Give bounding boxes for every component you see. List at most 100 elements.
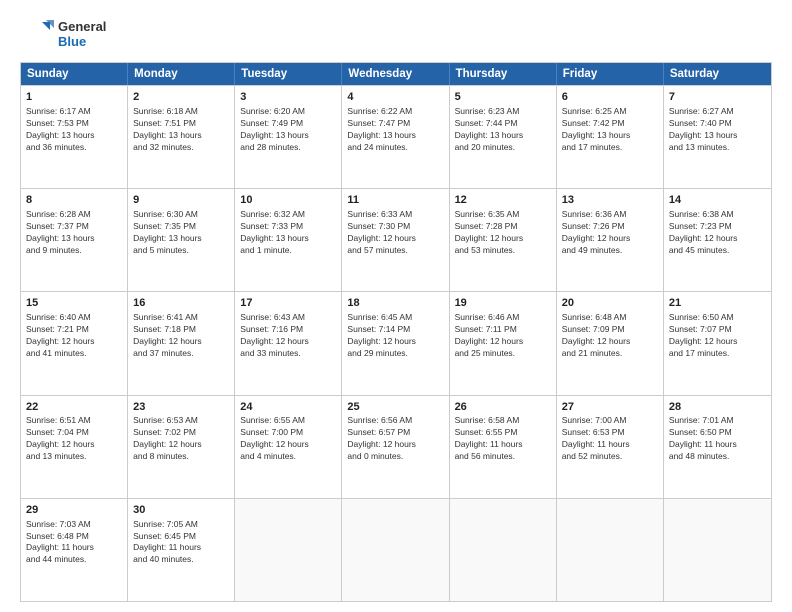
empty-cell — [664, 499, 771, 601]
day-info-15: Sunrise: 6:40 AMSunset: 7:21 PMDaylight:… — [26, 312, 122, 360]
day-number-2: 2 — [133, 90, 229, 105]
day-info-13: Sunrise: 6:36 AMSunset: 7:26 PMDaylight:… — [562, 209, 658, 257]
day-number-16: 16 — [133, 296, 229, 311]
day-info-20: Sunrise: 6:48 AMSunset: 7:09 PMDaylight:… — [562, 312, 658, 360]
day-info-18: Sunrise: 6:45 AMSunset: 7:14 PMDaylight:… — [347, 312, 443, 360]
day-14: 14Sunrise: 6:38 AMSunset: 7:23 PMDayligh… — [664, 189, 771, 291]
day-28: 28Sunrise: 7:01 AMSunset: 6:50 PMDayligh… — [664, 396, 771, 498]
day-info-26: Sunrise: 6:58 AMSunset: 6:55 PMDaylight:… — [455, 415, 551, 463]
day-info-29: Sunrise: 7:03 AMSunset: 6:48 PMDaylight:… — [26, 519, 122, 567]
day-number-7: 7 — [669, 90, 766, 105]
calendar-body: 1Sunrise: 6:17 AMSunset: 7:53 PMDaylight… — [21, 85, 771, 601]
day-info-9: Sunrise: 6:30 AMSunset: 7:35 PMDaylight:… — [133, 209, 229, 257]
day-13: 13Sunrise: 6:36 AMSunset: 7:26 PMDayligh… — [557, 189, 664, 291]
header-day-friday: Friday — [557, 63, 664, 85]
day-number-9: 9 — [133, 193, 229, 208]
day-25: 25Sunrise: 6:56 AMSunset: 6:57 PMDayligh… — [342, 396, 449, 498]
day-info-12: Sunrise: 6:35 AMSunset: 7:28 PMDaylight:… — [455, 209, 551, 257]
header-day-saturday: Saturday — [664, 63, 771, 85]
day-number-29: 29 — [26, 503, 122, 518]
day-5: 5Sunrise: 6:23 AMSunset: 7:44 PMDaylight… — [450, 86, 557, 188]
day-number-15: 15 — [26, 296, 122, 311]
day-info-5: Sunrise: 6:23 AMSunset: 7:44 PMDaylight:… — [455, 106, 551, 154]
day-number-22: 22 — [26, 400, 122, 415]
day-info-6: Sunrise: 6:25 AMSunset: 7:42 PMDaylight:… — [562, 106, 658, 154]
day-number-4: 4 — [347, 90, 443, 105]
day-8: 8Sunrise: 6:28 AMSunset: 7:37 PMDaylight… — [21, 189, 128, 291]
empty-cell — [450, 499, 557, 601]
day-info-4: Sunrise: 6:22 AMSunset: 7:47 PMDaylight:… — [347, 106, 443, 154]
day-number-1: 1 — [26, 90, 122, 105]
day-info-14: Sunrise: 6:38 AMSunset: 7:23 PMDaylight:… — [669, 209, 766, 257]
day-30: 30Sunrise: 7:05 AMSunset: 6:45 PMDayligh… — [128, 499, 235, 601]
day-number-24: 24 — [240, 400, 336, 415]
day-number-8: 8 — [26, 193, 122, 208]
day-number-26: 26 — [455, 400, 551, 415]
header-day-wednesday: Wednesday — [342, 63, 449, 85]
day-info-19: Sunrise: 6:46 AMSunset: 7:11 PMDaylight:… — [455, 312, 551, 360]
day-17: 17Sunrise: 6:43 AMSunset: 7:16 PMDayligh… — [235, 292, 342, 394]
empty-cell — [342, 499, 449, 601]
day-27: 27Sunrise: 7:00 AMSunset: 6:53 PMDayligh… — [557, 396, 664, 498]
day-23: 23Sunrise: 6:53 AMSunset: 7:02 PMDayligh… — [128, 396, 235, 498]
day-number-27: 27 — [562, 400, 658, 415]
day-9: 9Sunrise: 6:30 AMSunset: 7:35 PMDaylight… — [128, 189, 235, 291]
day-info-7: Sunrise: 6:27 AMSunset: 7:40 PMDaylight:… — [669, 106, 766, 154]
day-4: 4Sunrise: 6:22 AMSunset: 7:47 PMDaylight… — [342, 86, 449, 188]
empty-cell — [557, 499, 664, 601]
day-info-3: Sunrise: 6:20 AMSunset: 7:49 PMDaylight:… — [240, 106, 336, 154]
day-18: 18Sunrise: 6:45 AMSunset: 7:14 PMDayligh… — [342, 292, 449, 394]
day-number-19: 19 — [455, 296, 551, 311]
day-3: 3Sunrise: 6:20 AMSunset: 7:49 PMDaylight… — [235, 86, 342, 188]
day-info-16: Sunrise: 6:41 AMSunset: 7:18 PMDaylight:… — [133, 312, 229, 360]
logo-icon — [20, 18, 54, 52]
day-16: 16Sunrise: 6:41 AMSunset: 7:18 PMDayligh… — [128, 292, 235, 394]
calendar-header: SundayMondayTuesdayWednesdayThursdayFrid… — [21, 63, 771, 85]
day-info-21: Sunrise: 6:50 AMSunset: 7:07 PMDaylight:… — [669, 312, 766, 360]
day-2: 2Sunrise: 6:18 AMSunset: 7:51 PMDaylight… — [128, 86, 235, 188]
logo-general: General — [58, 20, 106, 35]
day-number-6: 6 — [562, 90, 658, 105]
day-number-10: 10 — [240, 193, 336, 208]
day-15: 15Sunrise: 6:40 AMSunset: 7:21 PMDayligh… — [21, 292, 128, 394]
header-day-tuesday: Tuesday — [235, 63, 342, 85]
day-number-23: 23 — [133, 400, 229, 415]
day-number-17: 17 — [240, 296, 336, 311]
day-number-14: 14 — [669, 193, 766, 208]
day-19: 19Sunrise: 6:46 AMSunset: 7:11 PMDayligh… — [450, 292, 557, 394]
day-number-13: 13 — [562, 193, 658, 208]
day-number-5: 5 — [455, 90, 551, 105]
day-info-8: Sunrise: 6:28 AMSunset: 7:37 PMDaylight:… — [26, 209, 122, 257]
day-info-27: Sunrise: 7:00 AMSunset: 6:53 PMDaylight:… — [562, 415, 658, 463]
day-12: 12Sunrise: 6:35 AMSunset: 7:28 PMDayligh… — [450, 189, 557, 291]
day-number-28: 28 — [669, 400, 766, 415]
day-number-30: 30 — [133, 503, 229, 518]
day-info-11: Sunrise: 6:33 AMSunset: 7:30 PMDaylight:… — [347, 209, 443, 257]
day-info-30: Sunrise: 7:05 AMSunset: 6:45 PMDaylight:… — [133, 519, 229, 567]
day-7: 7Sunrise: 6:27 AMSunset: 7:40 PMDaylight… — [664, 86, 771, 188]
empty-cell — [235, 499, 342, 601]
day-info-17: Sunrise: 6:43 AMSunset: 7:16 PMDaylight:… — [240, 312, 336, 360]
logo: General Blue — [20, 18, 106, 52]
page: General Blue SundayMondayTuesdayWednesda… — [0, 0, 792, 612]
day-20: 20Sunrise: 6:48 AMSunset: 7:09 PMDayligh… — [557, 292, 664, 394]
week-row-1: 1Sunrise: 6:17 AMSunset: 7:53 PMDaylight… — [21, 85, 771, 188]
header: General Blue — [20, 18, 772, 52]
day-26: 26Sunrise: 6:58 AMSunset: 6:55 PMDayligh… — [450, 396, 557, 498]
day-info-28: Sunrise: 7:01 AMSunset: 6:50 PMDaylight:… — [669, 415, 766, 463]
week-row-3: 15Sunrise: 6:40 AMSunset: 7:21 PMDayligh… — [21, 291, 771, 394]
week-row-2: 8Sunrise: 6:28 AMSunset: 7:37 PMDaylight… — [21, 188, 771, 291]
day-info-1: Sunrise: 6:17 AMSunset: 7:53 PMDaylight:… — [26, 106, 122, 154]
day-number-21: 21 — [669, 296, 766, 311]
day-24: 24Sunrise: 6:55 AMSunset: 7:00 PMDayligh… — [235, 396, 342, 498]
day-number-20: 20 — [562, 296, 658, 311]
day-29: 29Sunrise: 7:03 AMSunset: 6:48 PMDayligh… — [21, 499, 128, 601]
day-6: 6Sunrise: 6:25 AMSunset: 7:42 PMDaylight… — [557, 86, 664, 188]
day-10: 10Sunrise: 6:32 AMSunset: 7:33 PMDayligh… — [235, 189, 342, 291]
day-info-23: Sunrise: 6:53 AMSunset: 7:02 PMDaylight:… — [133, 415, 229, 463]
day-number-12: 12 — [455, 193, 551, 208]
day-11: 11Sunrise: 6:33 AMSunset: 7:30 PMDayligh… — [342, 189, 449, 291]
header-day-sunday: Sunday — [21, 63, 128, 85]
day-number-3: 3 — [240, 90, 336, 105]
day-number-25: 25 — [347, 400, 443, 415]
